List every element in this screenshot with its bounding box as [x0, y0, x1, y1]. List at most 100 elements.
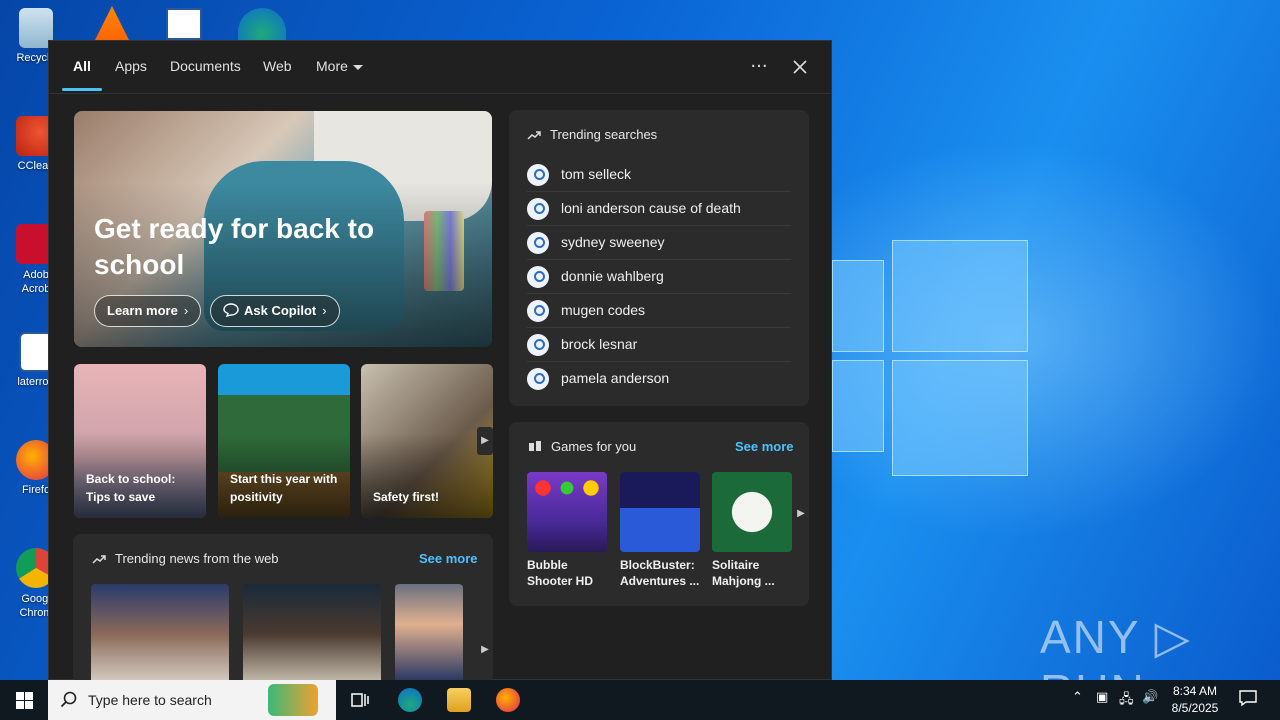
card-safety-first[interactable]: Safety first!	[361, 364, 493, 518]
trending-search-item[interactable]: mugen codes	[527, 294, 791, 328]
trending-arrow-icon	[92, 555, 106, 564]
firefox-taskbar-icon[interactable]	[496, 688, 520, 712]
game-name: Solitaire Mahjong ...	[712, 558, 775, 588]
trending-search-item[interactable]: loni anderson cause of death	[527, 192, 791, 226]
chevron-down-icon	[352, 64, 363, 70]
game-tile-bubble-shooter[interactable]: Bubble Shooter HD	[527, 472, 607, 589]
trending-search-item[interactable]: donnie wahlberg	[527, 260, 791, 294]
chevron-right-icon: ›	[183, 303, 189, 318]
edge-taskbar-icon[interactable]	[398, 688, 422, 712]
chevron-right-icon: ▶	[797, 508, 805, 519]
chat-bubble-icon	[223, 303, 239, 318]
start-button[interactable]	[0, 680, 48, 720]
search-icon	[527, 198, 549, 220]
news-thumbnail[interactable]	[395, 584, 463, 684]
taskbar-search-placeholder: Type here to search	[88, 692, 212, 708]
trending-search-text: brock lesnar	[561, 336, 638, 352]
close-icon	[793, 60, 807, 74]
news-see-more-link[interactable]: See more	[419, 551, 478, 566]
file-explorer-icon[interactable]	[447, 688, 471, 712]
game-name: BlockBuster: Adventures ...	[620, 558, 700, 588]
tab-web[interactable]: Web	[263, 58, 292, 74]
windows-logo-wallpaper	[832, 240, 1032, 480]
search-icon	[527, 266, 549, 288]
game-thumbnail	[620, 472, 700, 552]
trending-search-item[interactable]: tom selleck	[527, 158, 791, 192]
trending-arrow-icon	[527, 131, 541, 140]
search-icon	[527, 232, 549, 254]
trending-search-item[interactable]: pamela anderson	[527, 362, 791, 396]
clock[interactable]: 8:34 AM 8/5/2025	[1162, 683, 1228, 717]
card-caption: Start this year with positivity	[230, 472, 338, 504]
trending-news-title: Trending news from the web	[115, 551, 279, 566]
trending-search-text: pamela anderson	[561, 370, 670, 386]
search-icon	[527, 300, 549, 322]
search-icon	[527, 164, 549, 186]
trending-search-text: mugen codes	[561, 302, 646, 318]
trending-searches-title: Trending searches	[550, 127, 658, 142]
taskbar: Type here to search ⌃ ▣ 🖧 🔊 8:34 AM 8/5/…	[0, 680, 1280, 720]
tab-all[interactable]: All	[73, 58, 91, 74]
network-icon: 🖧	[1119, 692, 1134, 707]
volume-button[interactable]: 🔊	[1142, 690, 1158, 705]
tab-documents[interactable]: Documents	[170, 58, 241, 74]
hero-card-back-to-school[interactable]: Get ready for back to school Learn more ›…	[74, 111, 492, 347]
tab-more-label: More	[316, 58, 348, 74]
news-thumbnail[interactable]	[243, 584, 381, 684]
hero-title: Get ready for back to school	[94, 213, 375, 280]
vlc-icon[interactable]	[95, 6, 129, 40]
tab-more[interactable]: More	[316, 58, 363, 74]
learn-more-button[interactable]: Learn more ›	[94, 295, 202, 327]
more-options-button[interactable]: ···	[745, 53, 773, 81]
game-tile-blockbuster[interactable]: BlockBuster: Adventures ...	[620, 472, 700, 589]
game-name: Bubble Shooter HD	[527, 558, 593, 588]
trending-search-text: tom selleck	[561, 166, 632, 182]
search-icon	[527, 334, 549, 356]
tray-app-icon[interactable]: ▣	[1096, 690, 1108, 705]
trending-search-text: donnie wahlberg	[561, 268, 664, 284]
card-start-this-year[interactable]: Start this year with positivity	[218, 364, 350, 518]
card-caption: Safety first!	[373, 490, 440, 504]
speaker-icon: 🔊	[1142, 690, 1159, 705]
watermark: ANY ▷ RUN	[1040, 611, 1192, 680]
taskbar-search-box[interactable]: Type here to search	[48, 680, 336, 720]
trending-news-section: Trending news from the web See more ▶	[73, 534, 493, 684]
tray-app-icon: ▣	[1096, 690, 1109, 705]
ask-copilot-label: Ask Copilot	[244, 303, 317, 318]
chevron-up-icon: ⌃	[1072, 690, 1083, 705]
search-icon	[60, 691, 77, 708]
task-view-button[interactable]	[348, 688, 372, 712]
search-panel: All Apps Documents Web More ··· Get read…	[48, 40, 832, 684]
card-back-to-school-tips[interactable]: Back to school: Tips to save	[74, 364, 206, 518]
search-icon	[527, 368, 549, 390]
task-view-icon	[351, 693, 369, 707]
active-tab-indicator	[62, 88, 102, 91]
card-caption: Back to school: Tips to save	[86, 472, 176, 504]
network-button[interactable]: 🖧	[1119, 690, 1134, 712]
news-thumbnail[interactable]	[91, 584, 229, 684]
notification-icon	[1239, 690, 1257, 707]
learn-more-label: Learn more	[107, 303, 178, 318]
search-highlight-icon	[268, 684, 318, 716]
edge-desktop-icon[interactable]	[238, 8, 286, 40]
trending-search-item[interactable]: brock lesnar	[527, 328, 791, 362]
notifications-button[interactable]	[1238, 688, 1258, 712]
word-icon[interactable]	[166, 8, 202, 40]
games-next-button[interactable]: ▶	[793, 500, 809, 528]
games-section: Games for you See more Bubble Shooter HD…	[509, 422, 809, 606]
game-controller-icon	[529, 441, 541, 451]
clock-time: 8:34 AM	[1172, 684, 1218, 698]
trending-search-item[interactable]: sydney sweeney	[527, 226, 791, 260]
cards-next-button[interactable]: ▶	[477, 427, 493, 455]
news-next-button[interactable]: ▶	[477, 636, 493, 664]
chevron-right-icon: ›	[322, 303, 327, 318]
trending-search-text: loni anderson cause of death	[561, 200, 741, 216]
tab-apps[interactable]: Apps	[115, 58, 147, 74]
game-tile-solitaire-mahjong[interactable]: Solitaire Mahjong ...	[712, 472, 792, 589]
show-hidden-icons-button[interactable]: ⌃	[1072, 690, 1083, 705]
close-button[interactable]	[786, 53, 814, 81]
trending-search-text: sydney sweeney	[561, 234, 665, 250]
ask-copilot-button[interactable]: Ask Copilot ›	[210, 295, 340, 327]
games-see-more-link[interactable]: See more	[735, 439, 794, 454]
ellipsis-icon: ···	[750, 56, 768, 77]
